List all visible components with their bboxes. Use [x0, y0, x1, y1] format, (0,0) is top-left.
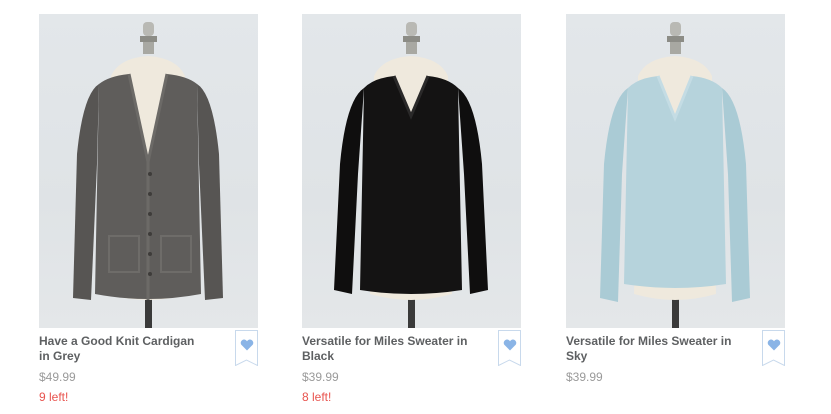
product-price: $39.99 [566, 370, 603, 384]
grey-cardigan-image [73, 22, 223, 328]
stock-badge: 9 left! [39, 390, 69, 404]
sky-sweater-image [600, 22, 750, 328]
product-card: Have a Good Knit Cardigan in Grey $49.99… [39, 14, 258, 405]
product-name[interactable]: Have a Good Knit Cardigan in Grey [39, 334, 205, 364]
wishlist-button[interactable] [235, 330, 258, 366]
product-image[interactable] [39, 14, 258, 328]
product-image[interactable] [566, 14, 785, 328]
product-price: $49.99 [39, 370, 76, 384]
wishlist-button[interactable] [762, 330, 785, 366]
product-image[interactable] [302, 14, 521, 328]
product-card: Versatile for Miles Sweater in Sky $39.9… [566, 14, 785, 390]
product-info: Versatile for Miles Sweater in Sky $39.9… [566, 328, 785, 385]
product-info: Versatile for Miles Sweater in Black $39… [302, 328, 521, 405]
product-name[interactable]: Versatile for Miles Sweater in Black [302, 334, 468, 364]
ribbon-notch [235, 359, 258, 366]
black-sweater-image [334, 22, 488, 328]
ribbon-notch [762, 359, 785, 366]
product-info: Have a Good Knit Cardigan in Grey $49.99… [39, 328, 258, 405]
stock-badge: 8 left! [302, 390, 332, 404]
product-name[interactable]: Versatile for Miles Sweater in Sky [566, 334, 732, 364]
ribbon-notch [498, 359, 521, 366]
wishlist-button[interactable] [498, 330, 521, 366]
product-price: $39.99 [302, 370, 339, 384]
product-card: Versatile for Miles Sweater in Black $39… [302, 14, 521, 405]
heart-icon [767, 339, 781, 351]
heart-icon [240, 339, 254, 351]
heart-icon [503, 339, 517, 351]
